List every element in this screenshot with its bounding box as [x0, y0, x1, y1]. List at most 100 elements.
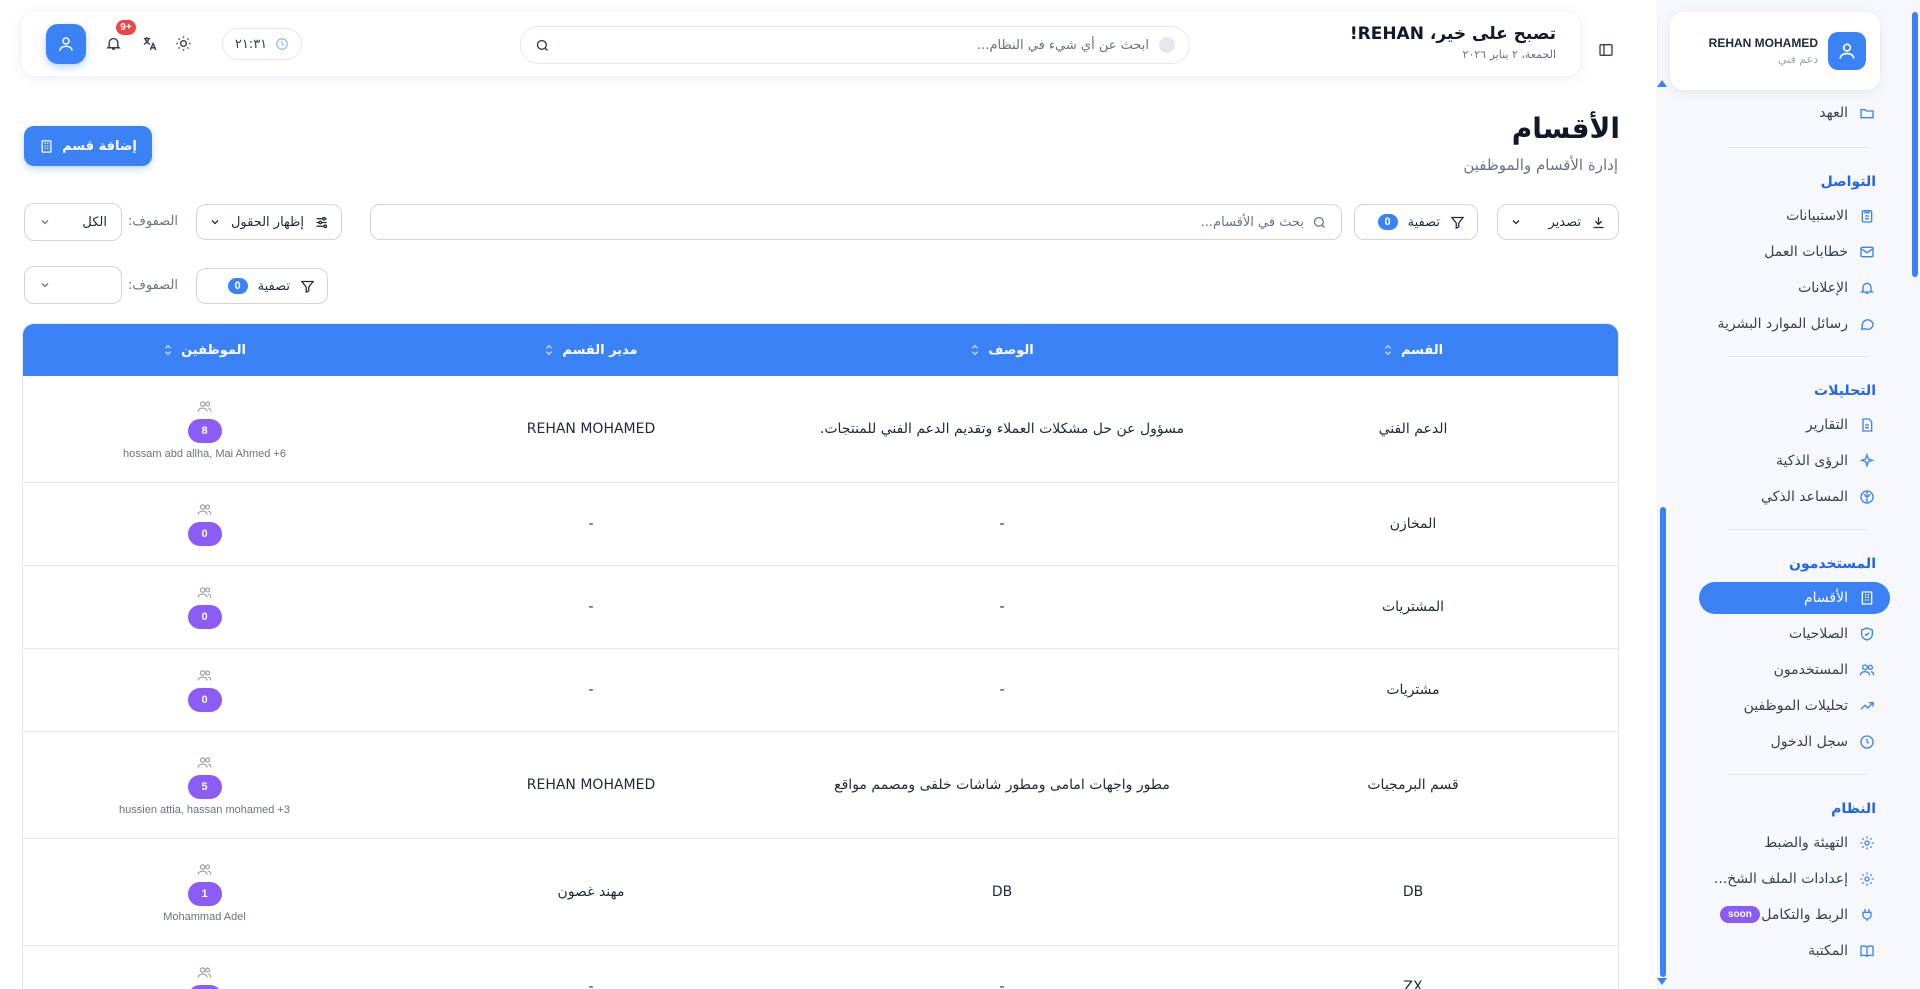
- sidebar-item-label: المستخدمون: [1773, 662, 1848, 678]
- sidebar-item-smart-insights[interactable]: الرؤى الذكية: [1700, 445, 1890, 477]
- table-row[interactable]: ZX - - 0: [23, 946, 1618, 989]
- filter-button-secondary[interactable]: تصفية 0: [196, 268, 328, 304]
- sort-icon: [163, 344, 173, 356]
- global-search-input[interactable]: ابحث عن أي شيء في النظام...: [520, 26, 1190, 64]
- scroll-up-arrow-icon[interactable]: [1657, 80, 1667, 87]
- clipboard-icon: [1858, 207, 1876, 225]
- employee-count-badge[interactable]: 0: [187, 985, 222, 989]
- table-header: القسم الوصف مدير القسم الموظفين: [23, 324, 1618, 376]
- scroll-down-arrow-icon[interactable]: [1657, 978, 1667, 985]
- filter-count-badge: 0: [227, 278, 248, 294]
- folder-icon: [1858, 104, 1876, 122]
- notifications-bell-icon[interactable]: [104, 35, 122, 53]
- table-row[interactable]: المشتريات - - 0: [23, 566, 1618, 649]
- users-icon: [1858, 661, 1876, 679]
- sidebar-scroll-thumb[interactable]: [1660, 507, 1666, 977]
- page-scroll-thumb[interactable]: [1912, 12, 1918, 277]
- profile-name: REHAN MOHAMED: [1708, 36, 1818, 50]
- divider: [1728, 529, 1868, 530]
- user-menu-button[interactable]: [46, 24, 86, 64]
- column-header-manager[interactable]: مدير القسم: [386, 324, 796, 376]
- departments-search-input[interactable]: بحث في الأقسام...: [370, 204, 1342, 240]
- profile-card[interactable]: REHAN MOHAMED دعم فني: [1670, 12, 1880, 90]
- export-button[interactable]: تصدير: [1497, 204, 1619, 240]
- sidebar-item-reports[interactable]: التقارير: [1700, 409, 1890, 441]
- sidebar-item-hr-messages[interactable]: رسائل الموارد البشرية: [1700, 308, 1890, 340]
- employee-count-badge[interactable]: 0: [187, 688, 222, 712]
- sidebar-item-custody[interactable]: العهد: [1700, 97, 1890, 129]
- table-row[interactable]: DB DB مهند غصون 1 Mohammad Adel: [23, 839, 1618, 946]
- gear-icon: [1858, 870, 1876, 888]
- chevron-down-icon: [39, 279, 51, 291]
- sort-icon: [1383, 344, 1393, 356]
- rows-per-page-select-secondary[interactable]: [24, 266, 122, 304]
- rows-label: الصفوف:: [128, 278, 178, 293]
- building-icon: [1858, 589, 1876, 607]
- rows-per-page-select[interactable]: الكل: [24, 203, 122, 241]
- table-row[interactable]: قسم البرمجيات مطور واجهات امامى ومطور شا…: [23, 732, 1618, 839]
- sidebar-item-work-letters[interactable]: خطابات العمل: [1700, 236, 1890, 268]
- sidebar-item-announcements[interactable]: الإعلانات: [1700, 272, 1890, 304]
- sidebar-item-configuration[interactable]: التهيئة والضبط: [1700, 827, 1890, 859]
- sidebar-scrollbar[interactable]: [1657, 80, 1667, 985]
- sidebar-item-label: الرؤى الذكية: [1776, 453, 1848, 469]
- brain-icon: [1858, 488, 1876, 506]
- sidebar-item-login-log[interactable]: سجل الدخول: [1700, 726, 1890, 758]
- department-manager: مهند غصون: [557, 884, 625, 900]
- sidebar-toggle-icon[interactable]: [1596, 42, 1614, 60]
- sidebar-item-permissions[interactable]: الصلاحيات: [1700, 618, 1890, 650]
- rows-label: الصفوف:: [128, 214, 178, 229]
- sidebar-item-employee-analytics[interactable]: تحليلات الموظفين: [1700, 690, 1890, 722]
- users-icon: [197, 755, 212, 770]
- page-scrollbar[interactable]: [1910, 0, 1920, 989]
- employee-count-badge[interactable]: 1: [187, 881, 222, 906]
- department-manager: REHAN MOHAMED: [526, 421, 656, 437]
- table-row[interactable]: المخازن - - 0: [23, 483, 1618, 566]
- sidebar-item-users[interactable]: المستخدمون: [1700, 654, 1890, 686]
- translate-icon[interactable]: [140, 35, 158, 53]
- department-manager: -: [588, 516, 594, 532]
- section-title-system: النظام: [1831, 801, 1876, 817]
- sidebar-item-label: العهد: [1819, 105, 1848, 121]
- add-department-button[interactable]: إضافة قسم: [24, 126, 152, 166]
- chevron-down-icon: [39, 216, 51, 228]
- sidebar-item-label: تحليلات الموظفين: [1743, 698, 1848, 714]
- search-placeholder: بحث في الأقسام...: [1200, 214, 1304, 230]
- departments-table: القسم الوصف مدير القسم الموظفين الدعم ال…: [22, 323, 1619, 989]
- column-header-description[interactable]: الوصف: [796, 324, 1208, 376]
- sidebar-item-label: الإعلانات: [1798, 280, 1848, 296]
- users-icon: [197, 668, 212, 683]
- table-row[interactable]: مشتريات - - 0: [23, 649, 1618, 732]
- users-icon: [197, 862, 212, 877]
- sidebar-item-label: الربط والتكامل: [1761, 907, 1848, 923]
- employee-count-badge[interactable]: 5: [187, 774, 222, 799]
- employee-count-badge[interactable]: 0: [187, 522, 222, 546]
- filter-label: تصفية: [1407, 214, 1440, 230]
- sidebar-item-departments[interactable]: الأقسام: [1699, 582, 1890, 614]
- shield-icon: [1858, 625, 1876, 643]
- department-name: الدعم الفني: [1378, 421, 1448, 437]
- sidebar-item-smart-assistant[interactable]: المساعد الذكي: [1700, 481, 1890, 513]
- sort-icon: [544, 344, 554, 356]
- department-description: مسؤول عن حل مشكلات العملاء وتقديم الدعم …: [819, 421, 1185, 437]
- divider: [1728, 147, 1868, 148]
- sun-theme-icon[interactable]: [174, 35, 192, 53]
- sidebar-item-surveys[interactable]: الاستبيانات: [1700, 200, 1890, 232]
- section-title-users: المستخدمون: [1789, 556, 1876, 572]
- column-header-label: مدير القسم: [562, 342, 638, 358]
- filter-button[interactable]: تصفية 0: [1354, 204, 1478, 240]
- search-icon: [1312, 215, 1327, 230]
- employee-count-badge[interactable]: 8: [187, 418, 222, 443]
- employee-count-badge[interactable]: 0: [187, 605, 222, 629]
- show-columns-button[interactable]: إظهار الحقول: [196, 204, 342, 240]
- top-header: تصبح على خير، REHAN! الجمعة، ٢ يناير ٢٠٢…: [22, 12, 1580, 76]
- department-name: ZX: [1403, 979, 1423, 989]
- gear-icon: [1858, 834, 1876, 852]
- column-header-department[interactable]: القسم: [1208, 324, 1618, 376]
- table-row[interactable]: الدعم الفني مسؤول عن حل مشكلات العملاء و…: [23, 376, 1618, 483]
- department-name: DB: [1402, 884, 1424, 900]
- sidebar-item-library[interactable]: المكتبة: [1700, 935, 1890, 967]
- sidebar-item-profile-settings[interactable]: إعدادات الملف الشخ...: [1700, 863, 1890, 895]
- column-header-employees[interactable]: الموظفين: [23, 324, 386, 376]
- sidebar-item-integrations[interactable]: الربط والتكامل soon: [1700, 899, 1890, 931]
